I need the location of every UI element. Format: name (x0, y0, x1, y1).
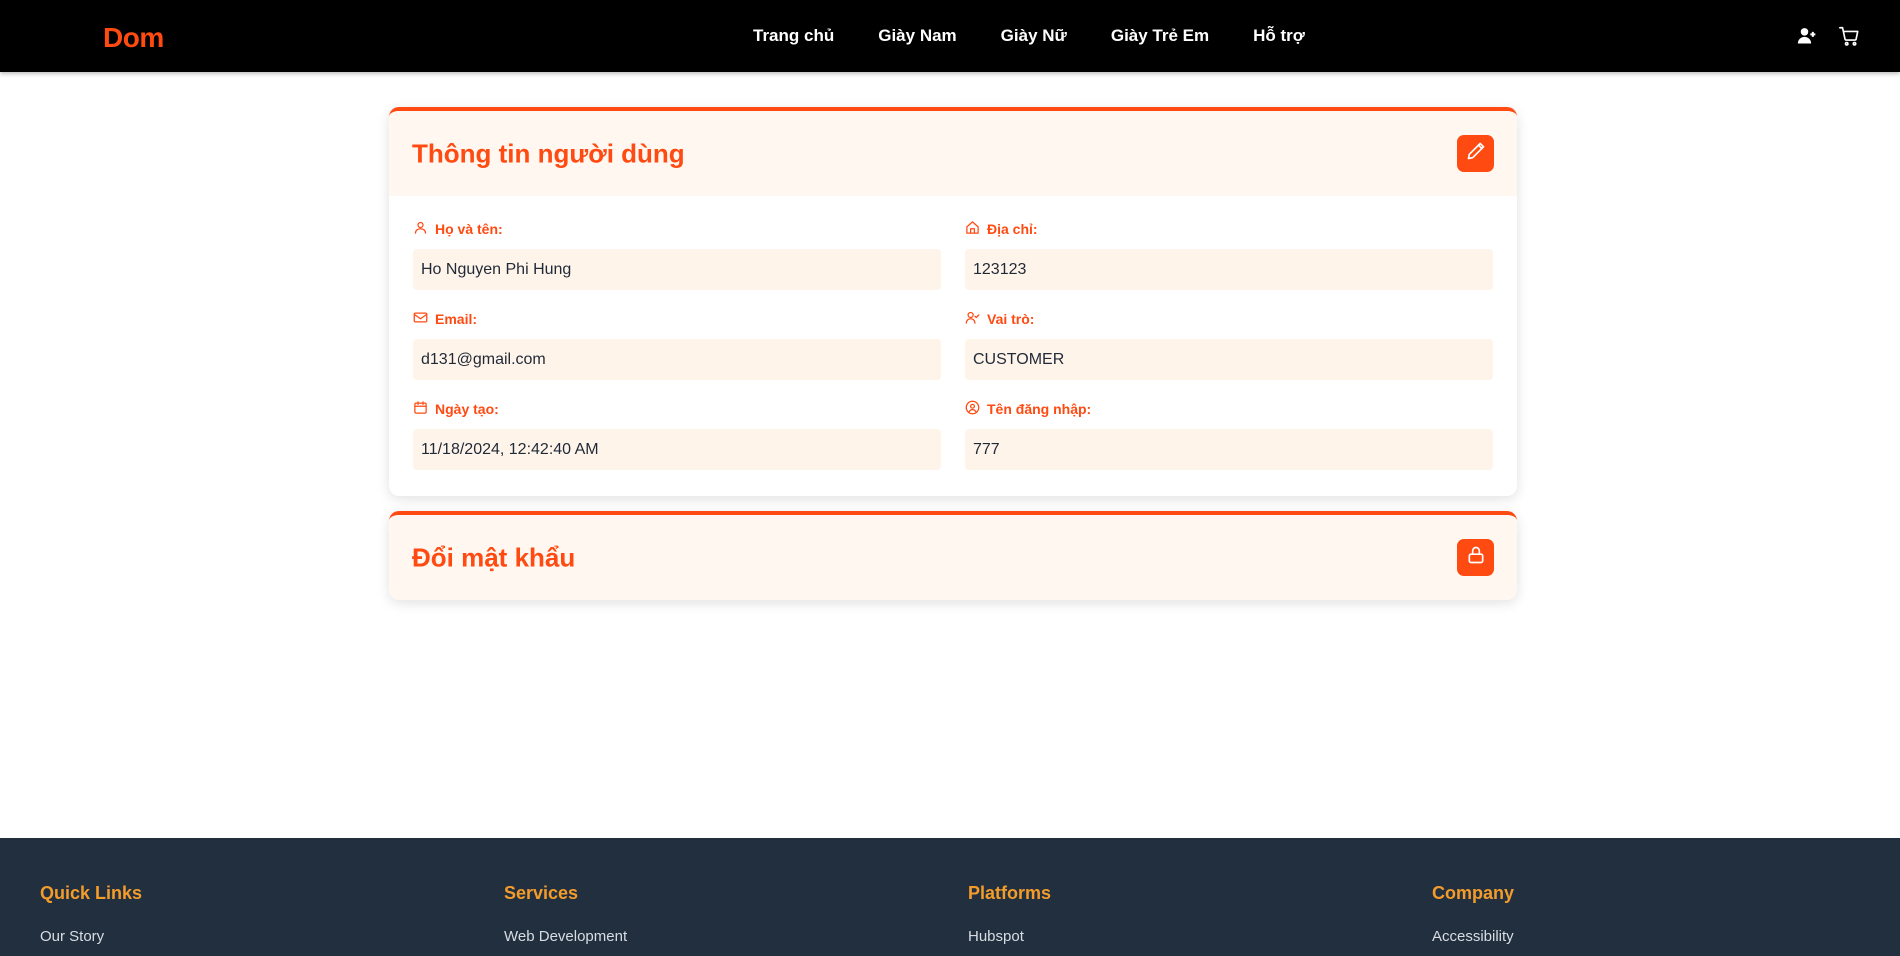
user-info-grid: Họ và tên: Ho Nguyen Phi Hung Địa chỉ: 1… (413, 220, 1493, 470)
email-value: d131@gmail.com (413, 339, 941, 380)
user-check-icon (965, 310, 980, 328)
nav-item-kids-shoes[interactable]: Giày Trẻ Em (1111, 26, 1209, 46)
footer-column-platforms: Platforms Hubspot (968, 883, 1051, 945)
field-label-email: Email: (435, 311, 478, 327)
change-password-card[interactable]: Đổi mật khẩu (389, 511, 1517, 600)
calendar-icon (413, 400, 428, 418)
full-name-value: Ho Nguyen Phi Hung (413, 249, 941, 290)
user-info-title: Thông tin người dùng (412, 138, 685, 168)
edit-profile-button[interactable] (1457, 135, 1494, 172)
field-role: Vai trò: CUSTOMER (965, 310, 1493, 380)
field-label-full-name: Họ và tên: (435, 221, 503, 237)
field-label-created-date: Ngày tạo: (435, 401, 499, 417)
footer-heading: Company (1432, 883, 1515, 903)
user-circle-icon (965, 400, 980, 418)
user-info-card: Thông tin người dùng Họ và tên: Ho Nguye… (389, 107, 1517, 496)
nav-item-support[interactable]: Hỗ trợ (1253, 26, 1305, 46)
lock-icon (1466, 545, 1486, 570)
role-value: CUSTOMER (965, 339, 1493, 380)
footer-column-quick-links: Quick Links Our Story (40, 883, 142, 945)
change-password-header[interactable]: Đổi mật khẩu (389, 515, 1517, 600)
field-full-name: Họ và tên: Ho Nguyen Phi Hung (413, 220, 941, 290)
footer-link[interactable]: Web Development (504, 928, 627, 945)
cart-icon[interactable] (1838, 25, 1860, 47)
field-username: Tên đăng nhập: 777 (965, 400, 1493, 470)
header-actions (1796, 25, 1860, 47)
address-value: 123123 (965, 249, 1493, 290)
field-label-address: Địa chỉ: (987, 221, 1038, 237)
user-info-header: Thông tin người dùng (389, 111, 1517, 196)
user-add-icon[interactable] (1796, 25, 1818, 47)
footer-heading: Quick Links (40, 883, 143, 903)
top-navbar: Dom Trang chủ Giày Nam Giày Nữ Giày Trẻ … (0, 0, 1900, 72)
nav-item-men-shoes[interactable]: Giày Nam (878, 26, 956, 46)
nav-item-home[interactable]: Trang chủ (753, 26, 834, 46)
created-date-value: 11/18/2024, 12:42:40 AM (413, 429, 941, 470)
footer-heading: Services (504, 883, 579, 903)
footer-link[interactable]: Hubspot (968, 928, 1051, 945)
footer-column-services: Services Web Development (504, 883, 627, 945)
logo[interactable]: Dom (103, 22, 164, 54)
footer: Quick Links Our Story Services Web Devel… (0, 838, 1900, 956)
field-label-role: Vai trò: (987, 311, 1035, 327)
footer-column-company: Company Accessibility (1432, 883, 1514, 945)
footer-link[interactable]: Accessibility (1432, 928, 1514, 945)
field-address: Địa chỉ: 123123 (965, 220, 1493, 290)
home-icon (965, 220, 980, 238)
main-nav: Trang chủ Giày Nam Giày Nữ Giày Trẻ Em H… (753, 26, 1305, 46)
footer-heading: Platforms (968, 883, 1052, 903)
field-created-date: Ngày tạo: 11/18/2024, 12:42:40 AM (413, 400, 941, 470)
pencil-icon (1466, 141, 1486, 166)
field-email: Email: d131@gmail.com (413, 310, 941, 380)
nav-item-women-shoes[interactable]: Giày Nữ (1001, 26, 1067, 46)
footer-link[interactable]: Our Story (40, 928, 142, 945)
change-password-button[interactable] (1457, 539, 1494, 576)
change-password-title: Đổi mật khẩu (412, 542, 576, 572)
username-value: 777 (965, 429, 1493, 470)
user-icon (413, 220, 428, 238)
field-label-username: Tên đăng nhập: (987, 401, 1092, 417)
mail-icon (413, 310, 428, 328)
